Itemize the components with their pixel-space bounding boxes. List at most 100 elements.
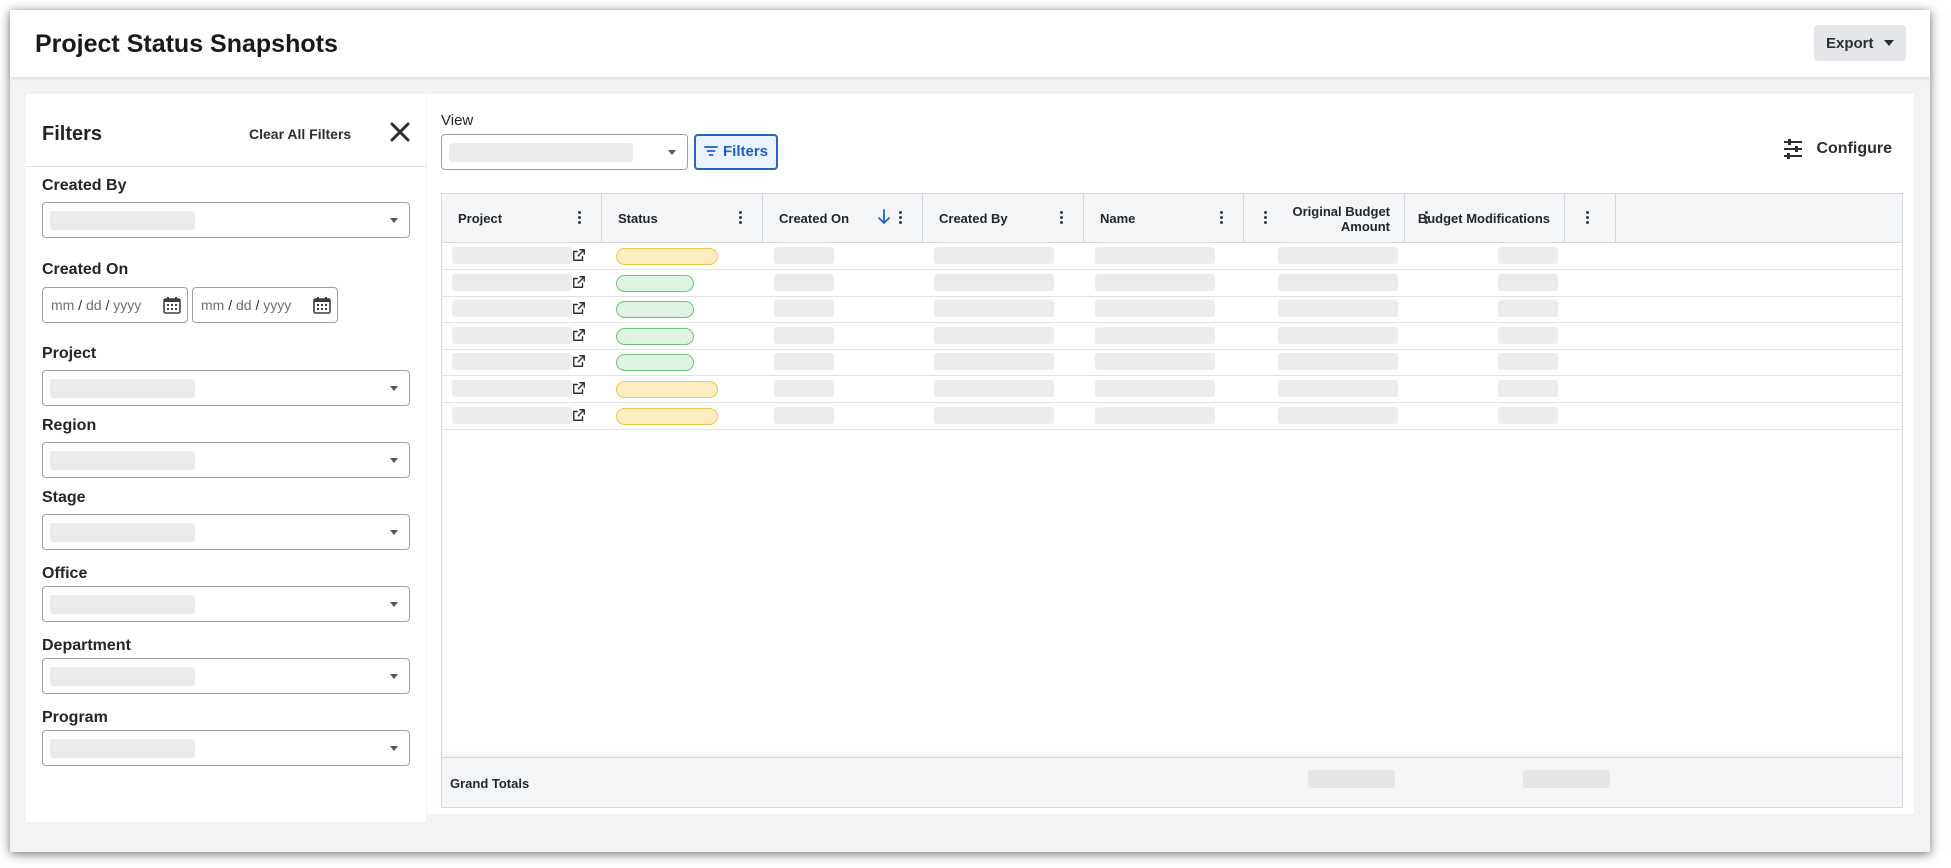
table-row[interactable]	[442, 296, 1902, 324]
cell-placeholder	[1095, 326, 1215, 344]
caret-down-icon	[390, 602, 398, 607]
external-link-icon[interactable]	[572, 354, 586, 368]
configure-button[interactable]: Configure	[1782, 139, 1892, 159]
created-by-label: Created By	[42, 177, 127, 194]
column-header-project[interactable]: Project	[442, 194, 602, 242]
page-header: Project Status Snapshots Export	[10, 10, 1930, 77]
date-mm: mm	[51, 297, 75, 313]
table-row[interactable]	[442, 376, 1902, 403]
external-link-icon[interactable]	[572, 408, 586, 422]
column-header-label: Created By	[939, 211, 1008, 226]
stage-select[interactable]	[42, 514, 410, 550]
region-select[interactable]	[42, 442, 410, 478]
status-badge	[616, 301, 694, 319]
program-select[interactable]	[42, 730, 410, 766]
cell-placeholder	[1498, 247, 1558, 264]
column-header-created-by[interactable]: Created By	[923, 194, 1084, 242]
project-select[interactable]	[42, 370, 410, 406]
created-on-start-date[interactable]: mm / dd / yyyy	[42, 287, 188, 323]
clear-all-filters-button[interactable]: Clear All Filters	[249, 126, 351, 142]
department-label: Department	[42, 637, 131, 654]
cell-placeholder	[934, 380, 1054, 397]
cell-placeholder	[452, 380, 572, 397]
kebab-icon[interactable]	[1264, 210, 1268, 226]
table-row[interactable]	[442, 349, 1902, 377]
select-placeholder	[50, 739, 195, 758]
date-dd: dd	[86, 297, 102, 313]
export-button[interactable]: Export	[1814, 25, 1906, 61]
main-panel: View Filters Configure Project Status Cr…	[427, 94, 1914, 814]
caret-down-icon	[390, 530, 398, 535]
calendar-icon[interactable]	[163, 296, 181, 314]
close-icon[interactable]	[389, 121, 411, 143]
cell-placeholder	[452, 273, 572, 291]
data-table: Project Status Created On Created By Nam…	[441, 193, 1903, 808]
kebab-icon[interactable]	[739, 210, 743, 226]
cell-placeholder	[1278, 326, 1398, 344]
table-header: Project Status Created On Created By Nam…	[442, 194, 1902, 243]
created-on-end-date[interactable]: mm / dd / yyyy	[192, 287, 338, 323]
kebab-icon[interactable]	[1060, 210, 1064, 226]
column-header-label: Original Budget Amount	[1292, 204, 1391, 234]
cell-placeholder	[774, 380, 834, 397]
project-label: Project	[42, 345, 97, 362]
kebab-icon[interactable]	[899, 210, 903, 226]
cell-placeholder	[774, 247, 834, 264]
external-link-icon[interactable]	[572, 301, 586, 315]
table-row[interactable]	[442, 403, 1902, 430]
cell-placeholder	[1498, 273, 1558, 291]
view-label: View	[441, 112, 474, 129]
column-header-label: Status	[618, 211, 658, 226]
status-badge	[616, 381, 718, 398]
cell-placeholder	[1278, 247, 1398, 264]
cell-placeholder	[452, 247, 572, 264]
configure-label: Configure	[1816, 140, 1892, 157]
total-placeholder	[1308, 770, 1395, 788]
column-header-label: Created On	[779, 211, 850, 226]
date-yyyy: yyyy	[113, 297, 142, 313]
cell-placeholder	[1278, 300, 1398, 318]
grand-totals-label: Grand Totals	[450, 776, 530, 791]
table-row[interactable]	[442, 270, 1902, 297]
sort-arrow-down-icon[interactable]	[877, 208, 891, 226]
program-label: Program	[42, 709, 108, 726]
kebab-icon[interactable]	[578, 210, 582, 226]
external-link-icon[interactable]	[572, 248, 586, 262]
created-by-select[interactable]	[42, 202, 410, 238]
column-header-status[interactable]: Status	[602, 194, 763, 242]
column-header-name[interactable]: Name	[1084, 194, 1244, 242]
status-badge	[616, 327, 694, 345]
external-link-icon[interactable]	[572, 275, 586, 289]
cell-placeholder	[1278, 380, 1398, 397]
column-header-original-budget-amount[interactable]: Original Budget Amount	[1244, 194, 1405, 242]
filters-header: Filters Clear All Filters	[26, 94, 426, 167]
select-placeholder	[50, 211, 195, 230]
view-select[interactable]	[441, 134, 688, 170]
page-title: Project Status Snapshots	[35, 30, 338, 58]
kebab-icon[interactable]	[1220, 210, 1224, 226]
cell-placeholder	[452, 326, 572, 344]
column-header-extra[interactable]	[1565, 194, 1616, 242]
office-select[interactable]	[42, 586, 410, 622]
external-link-icon[interactable]	[572, 381, 586, 395]
kebab-icon[interactable]	[1586, 210, 1590, 226]
caret-down-icon	[390, 746, 398, 751]
cell-placeholder	[774, 406, 834, 424]
cell-placeholder	[1278, 353, 1398, 371]
column-header-created-on[interactable]: Created On	[763, 194, 923, 242]
table-row[interactable]	[442, 323, 1902, 350]
department-select[interactable]	[42, 658, 410, 694]
cell-placeholder	[774, 326, 834, 344]
cell-placeholder	[1095, 380, 1215, 397]
cell-placeholder	[934, 353, 1054, 371]
calendar-icon[interactable]	[313, 296, 331, 314]
date-separator: /	[105, 297, 110, 313]
filters-toggle-button[interactable]: Filters	[694, 134, 778, 170]
table-row[interactable]	[442, 243, 1902, 270]
cell-placeholder	[1278, 406, 1398, 424]
column-header-label: Name	[1100, 211, 1136, 226]
date-yyyy: yyyy	[263, 297, 292, 313]
column-header-budget-modifications[interactable]: Budget Modifications	[1405, 194, 1565, 242]
external-link-icon[interactable]	[572, 328, 586, 342]
cell-placeholder	[1498, 380, 1558, 397]
